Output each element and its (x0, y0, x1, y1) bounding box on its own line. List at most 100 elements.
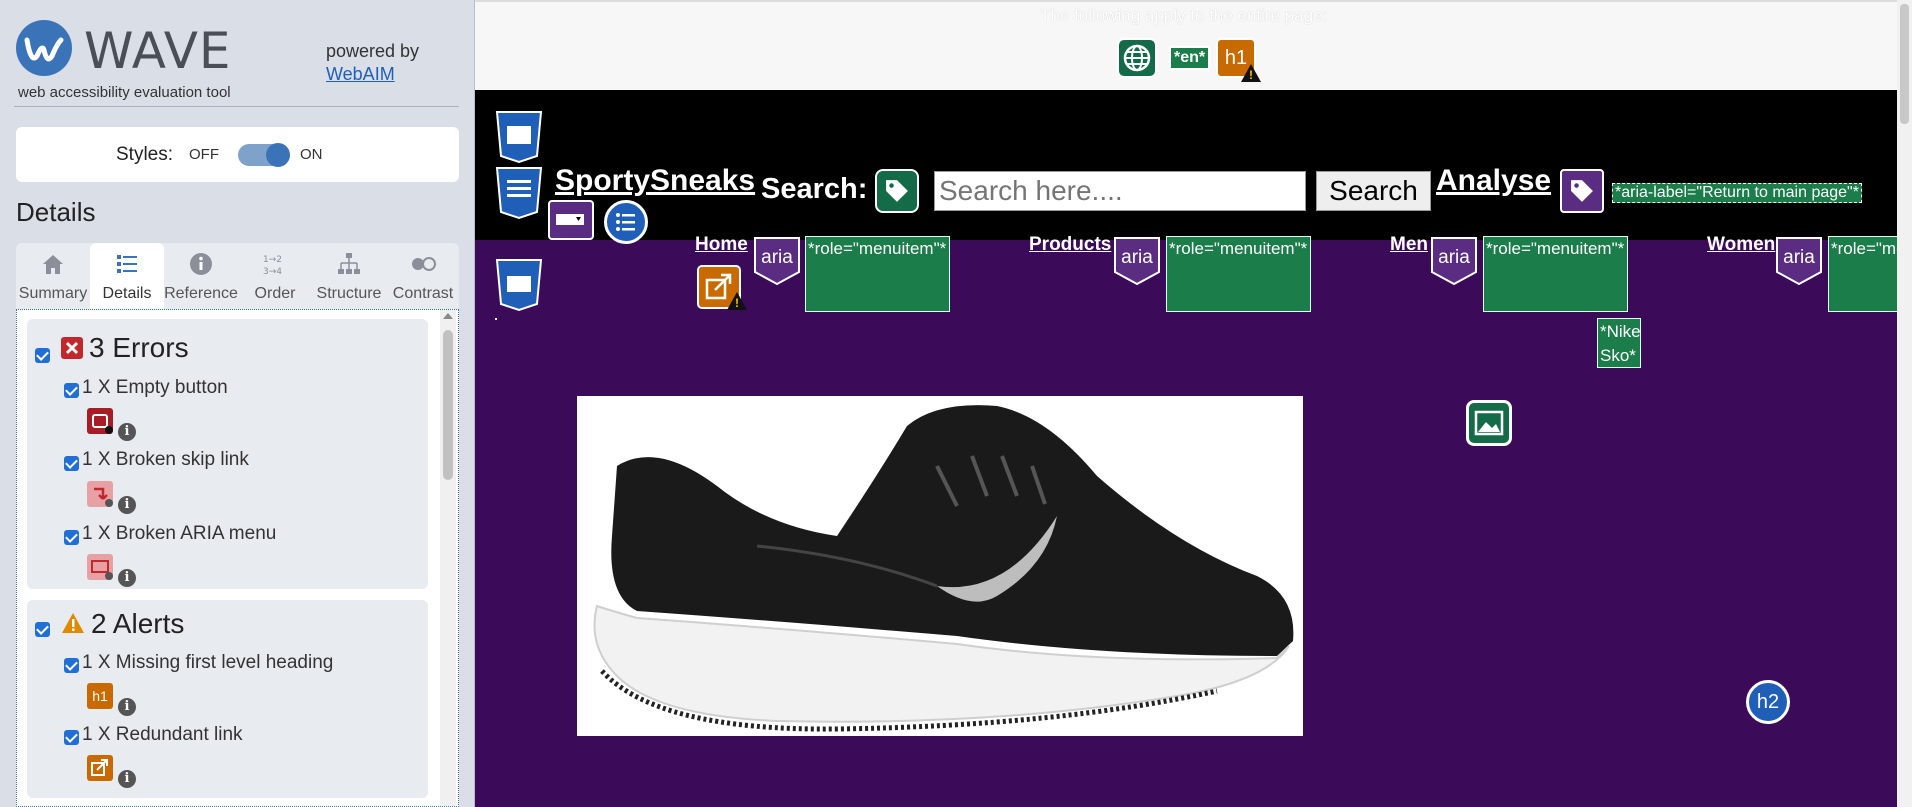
aria-badge-text: aria (1438, 247, 1470, 268)
tab-bar: Summary Details Reference 1→2 3→4 Order S… (16, 243, 459, 309)
broken-aria-menu-icon[interactable] (87, 554, 113, 580)
missing-h1-icon-text: h1 (92, 688, 108, 704)
info-icon[interactable]: i (118, 698, 136, 716)
nav-products-link[interactable]: Products (1029, 234, 1111, 256)
details-panel: 3 Errors 1 X Empty button i 1 X Broken s… (16, 309, 459, 807)
page-level-note: The following apply to the entire page: (1040, 6, 1328, 25)
list-icon (117, 255, 137, 273)
webaim-link[interactable]: WebAIM (326, 64, 395, 84)
divider (14, 106, 459, 107)
structure-icon (338, 253, 360, 274)
scroll-thumb[interactable] (443, 330, 453, 480)
nav-women-link[interactable]: Women (1707, 234, 1775, 256)
alerts-checkbox[interactable] (35, 622, 50, 637)
powered-by-text: powered by (326, 41, 420, 61)
info-icon (190, 253, 212, 275)
tab-structure-label: Structure (316, 285, 382, 302)
page-level-bar: The following apply to the entire page: … (475, 0, 1912, 90)
label-tag-icon[interactable] (875, 169, 919, 213)
scroll-up-arrow-icon[interactable] (443, 313, 453, 319)
list-icon[interactable] (604, 200, 648, 244)
region-nav-icon[interactable] (495, 166, 543, 220)
errors-heading: 3 Errors (89, 332, 189, 363)
info-icon[interactable]: i (118, 496, 136, 514)
nav-men-link[interactable]: Men (1390, 234, 1428, 256)
search-button[interactable]: Search (1316, 171, 1431, 211)
error-checkbox-3[interactable] (64, 530, 79, 545)
error-x-icon (61, 337, 83, 359)
order-icon: 1→23→4 (263, 255, 282, 277)
image-alt-icon[interactable] (1466, 400, 1512, 446)
product-image (577, 396, 1303, 736)
stray-dot (495, 318, 497, 320)
aria-label-tag-icon[interactable] (1560, 169, 1604, 213)
redundant-link-icon[interactable] (87, 755, 113, 781)
styles-toggle[interactable] (238, 143, 290, 167)
tab-summary-label: Summary (18, 285, 88, 302)
styles-on-label: ON (300, 146, 323, 163)
powered-by: powered by WebAIM (326, 40, 419, 86)
tab-summary[interactable]: Summary (16, 243, 90, 309)
aria-label-note: *aria-label="Return to main page"* (1612, 183, 1862, 203)
error-checkbox-1[interactable] (64, 383, 79, 398)
info-icon[interactable]: i (118, 423, 136, 441)
error-item-empty-button: 1 X Empty button (82, 377, 228, 398)
brand-link[interactable]: SportySneaks (555, 164, 755, 198)
details-heading: Details (16, 197, 96, 227)
tab-contrast-label: Contrast (392, 285, 454, 302)
broken-skip-link-icon[interactable] (87, 481, 113, 507)
alerts-heading: 2 Alerts (91, 608, 185, 639)
details-scrollbar[interactable] (440, 310, 456, 806)
toggle-knob[interactable] (266, 143, 290, 167)
home-icon (43, 255, 63, 274)
aria-badge-text: aria (1783, 247, 1815, 268)
tab-structure[interactable]: Structure (312, 243, 386, 309)
sneaker-illustration (593, 405, 1294, 732)
tab-order[interactable]: 1→2 3→4 Order (238, 243, 312, 309)
tab-reference-label: Reference (164, 285, 238, 302)
svg-text:3→4: 3→4 (263, 267, 282, 277)
aria-badge-text: aria (761, 247, 793, 268)
alert-checkbox-2[interactable] (64, 730, 79, 745)
role-menuitem-note: *role="menuitem"* (1166, 236, 1311, 312)
nav-home-link[interactable]: Home (695, 234, 748, 256)
h2-badge-text: h2 (1756, 691, 1780, 713)
error-item-broken-aria-menu: 1 X Broken ARIA menu (82, 523, 277, 544)
analyse-link[interactable]: Analyse (1436, 164, 1551, 198)
empty-button-icon[interactable] (87, 408, 113, 434)
h2-heading-icon[interactable]: h2 (1746, 680, 1790, 724)
tab-reference[interactable]: Reference (164, 243, 238, 309)
role-menuitem-note: *role="menuitem"* (805, 236, 950, 312)
tab-details[interactable]: Details (90, 243, 164, 309)
missing-h1-icon[interactable]: h1 (87, 683, 113, 709)
nike-alt-note: *Nike Sko* (1597, 318, 1641, 368)
region-main-icon[interactable] (495, 258, 543, 312)
search-label: Search: (761, 173, 868, 205)
svg-text:1→2: 1→2 (263, 255, 282, 265)
alert-item-redundant-link: 1 X Redundant link (82, 724, 243, 745)
warning-icon (1241, 64, 1261, 82)
wave-sidebar: WAVE web accessibility evaluation tool p… (0, 0, 475, 807)
language-badge[interactable]: *en* (1169, 46, 1211, 70)
search-input[interactable] (934, 171, 1306, 211)
tab-details-label: Details (102, 285, 152, 302)
alert-checkbox-1[interactable] (64, 658, 79, 673)
alert-item-missing-h1: 1 X Missing first level heading (82, 652, 334, 673)
info-icon[interactable]: i (118, 569, 136, 587)
page-scroll-thumb[interactable] (1900, 4, 1909, 124)
page-scrollbar[interactable] (1897, 0, 1912, 807)
language-globe-icon[interactable] (1117, 38, 1157, 78)
styles-label: Styles: (116, 144, 174, 165)
errors-checkbox[interactable] (35, 348, 50, 363)
error-checkbox-2[interactable] (64, 456, 79, 471)
alerts-group: 2 Alerts 1 X Missing first level heading… (27, 600, 428, 798)
errors-group: 3 Errors 1 X Empty button i 1 X Broken s… (27, 319, 428, 589)
styles-off-label: OFF (189, 146, 219, 163)
contrast-icon (412, 257, 436, 271)
warning-icon (727, 292, 747, 310)
wave-subtitle: web accessibility evaluation tool (18, 84, 231, 101)
region-header-icon[interactable] (495, 110, 543, 164)
tab-contrast[interactable]: Contrast (386, 243, 460, 309)
aria-menu-icon[interactable] (548, 200, 594, 240)
info-icon[interactable]: i (118, 770, 136, 788)
